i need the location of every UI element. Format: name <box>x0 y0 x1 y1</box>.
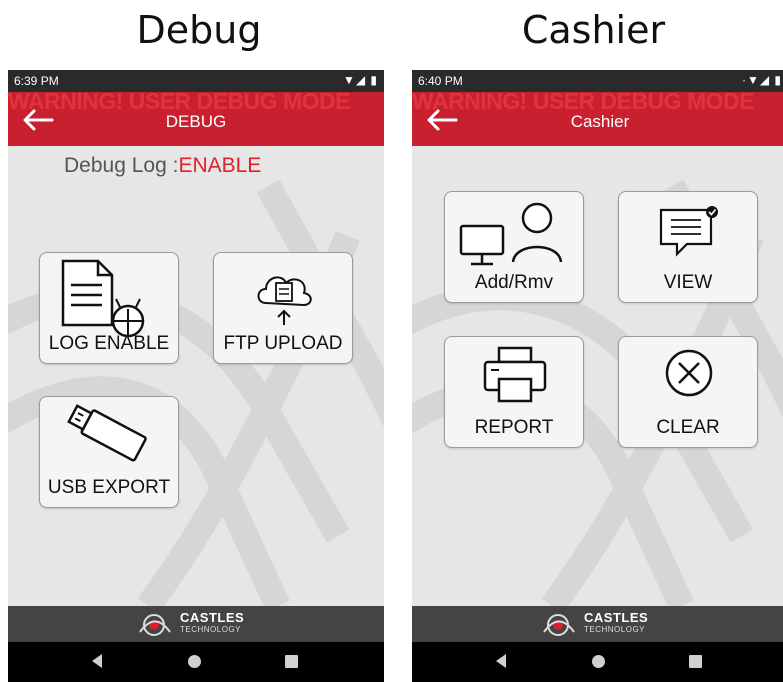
status-time: 6:40 PM <box>418 74 463 88</box>
status-icons: ▼◢ ▮ <box>342 73 378 87</box>
background-pattern <box>8 179 384 606</box>
usb-export-label: USB EXPORT <box>47 477 171 498</box>
view-button[interactable]: VIEW <box>618 191 758 303</box>
debug-caption: Debug <box>136 8 262 52</box>
message-view-icon <box>659 206 718 257</box>
circle-x-icon <box>665 349 713 397</box>
cashier-caption: Cashier <box>521 8 666 52</box>
clear-label: CLEAR <box>656 417 720 438</box>
status-bar: 6:39 PM ▼◢ ▮ <box>8 70 384 92</box>
main-content: Add/Rmv VIEW REPORT CLEAR <box>412 146 783 606</box>
nav-back-icon[interactable] <box>496 654 506 668</box>
log-enable-label: LOG ENABLE <box>48 333 170 354</box>
footer-brand-sub: TECHNOLOGY <box>180 625 242 634</box>
footer-brand-sub: TECHNOLOGY <box>584 625 646 634</box>
nav-recents-icon[interactable] <box>285 655 298 668</box>
page-title: Cashier <box>570 112 630 131</box>
footer-brand: CASTLES <box>180 610 245 625</box>
nav-home-icon[interactable] <box>592 655 605 668</box>
report-label: REPORT <box>474 417 554 438</box>
status-time: 6:39 PM <box>14 74 59 88</box>
footer-brand: CASTLES <box>584 610 649 625</box>
nav-home-icon[interactable] <box>188 655 201 668</box>
status-bar: 6:40 PM ·▼◢ ▮ <box>412 70 783 92</box>
debug-log-status: Debug Log :ENABLE <box>64 154 261 178</box>
usb-export-button[interactable]: USB EXPORT <box>39 396 179 508</box>
debug-log-value: ENABLE <box>178 154 262 177</box>
debug-phone-screen: 6:39 PM ▼◢ ▮ WARNING! USER DEBUG MODE DE… <box>8 70 384 682</box>
nav-recents-icon[interactable] <box>689 655 702 668</box>
view-label: VIEW <box>663 272 713 293</box>
page-title: DEBUG <box>165 112 227 131</box>
log-bug-icon <box>61 259 145 338</box>
nav-back-icon[interactable] <box>92 654 102 668</box>
main-content: Debug Log :ENABLE LOG ENABLE FTP UPLOAD … <box>8 146 384 606</box>
android-nav-bar <box>8 642 384 682</box>
add-rmv-label: Add/Rmv <box>474 272 554 293</box>
report-button[interactable]: REPORT <box>444 336 584 448</box>
app-bar: WARNING! USER DEBUG MODE DEBUG <box>8 92 384 146</box>
cloud-upload-icon <box>257 276 312 325</box>
ftp-upload-label: FTP UPLOAD <box>223 333 343 354</box>
android-nav-bar <box>412 642 783 682</box>
status-icons: ·▼◢ ▮ <box>741 73 782 87</box>
ftp-upload-button[interactable]: FTP UPLOAD <box>213 252 353 364</box>
user-computer-icon <box>459 202 563 266</box>
castles-footer: CASTLES TECHNOLOGY <box>412 606 783 642</box>
cashier-phone-screen: 6:40 PM ·▼◢ ▮ WARNING! USER DEBUG MODE C… <box>412 70 783 682</box>
debug-log-label: Debug Log : <box>64 154 179 177</box>
clear-button[interactable]: CLEAR <box>618 336 758 448</box>
usb-drive-icon <box>67 404 147 462</box>
add-remove-cashier-button[interactable]: Add/Rmv <box>444 191 584 303</box>
app-bar: WARNING! USER DEBUG MODE Cashier <box>412 92 783 146</box>
printer-icon <box>483 346 547 403</box>
log-enable-button[interactable]: LOG ENABLE <box>39 252 179 364</box>
castles-footer: CASTLES TECHNOLOGY <box>8 606 384 642</box>
